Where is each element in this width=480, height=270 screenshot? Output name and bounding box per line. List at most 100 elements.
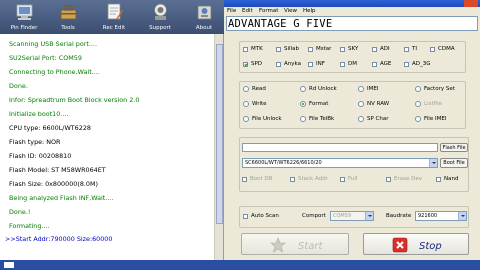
tools-button[interactable]: Tools (48, 1, 88, 34)
nand-checkbox[interactable] (436, 177, 441, 182)
stop-label: Stop (419, 241, 442, 252)
flash-file-label: Flash File (442, 145, 466, 151)
file-telbk-radio[interactable] (300, 116, 306, 122)
inf-checkbox[interactable] (308, 62, 313, 67)
ad-3g-label: AD_3G (412, 61, 431, 67)
pin-finder-button[interactable]: Pin Finder (4, 1, 44, 34)
baudrate-label: Baudrate (386, 213, 412, 219)
cpu-type-select[interactable]: SC6600L/WT/WT6226/6610/20 (242, 158, 438, 168)
file-unlock-label: File Unlock (252, 116, 282, 122)
erase-dev-checkbox[interactable] (386, 177, 391, 182)
star-icon (270, 237, 286, 253)
sillab-label: Sillab (284, 46, 299, 52)
menu-format[interactable]: Format (259, 8, 278, 14)
rec-edit-icon (107, 3, 123, 20)
log-line: CPU type: 6600L/WT6228 (9, 124, 91, 132)
menu-edit[interactable]: Edit (242, 8, 253, 14)
start-label: Start (298, 241, 323, 252)
file-imei-radio[interactable] (415, 116, 421, 122)
inf-label: INF (316, 61, 325, 67)
mstar-label: Mstar (316, 46, 332, 52)
nv-raw-label: NV RAW (367, 101, 390, 107)
menu-view[interactable]: View (284, 8, 297, 14)
log-scrollbar-thumb[interactable] (216, 44, 223, 224)
age-checkbox[interactable] (372, 62, 377, 67)
anyka-label: Anyka (284, 61, 301, 67)
support-label: Support (149, 25, 171, 31)
support-button[interactable]: Support (140, 1, 180, 34)
support-icon (154, 3, 167, 20)
write-radio[interactable] (243, 101, 249, 107)
rd-unlock-label: Rd Unlock (309, 86, 337, 92)
close-icon[interactable] (464, 0, 478, 7)
dm-checkbox[interactable] (340, 62, 345, 67)
nv-raw-radio[interactable] (358, 101, 364, 107)
cdma-checkbox[interactable] (430, 47, 435, 52)
log-line: Initialize boot10.... (9, 110, 69, 118)
ti-checkbox[interactable] (404, 47, 409, 52)
mtk-checkbox[interactable] (243, 47, 248, 52)
sp-char-radio[interactable] (358, 116, 364, 122)
tools-icon (60, 5, 77, 20)
boot-file-label: Boot File (443, 160, 465, 166)
pin-finder-icon (16, 4, 33, 20)
sp-char-label: SP Char (367, 116, 389, 122)
log-line: >>Start Addr:790000 Size:60000 (5, 235, 113, 243)
log-line: Being analyzed Flash INF,Wait.... (9, 194, 114, 202)
spd-label: SPD (251, 61, 263, 67)
platform-group: MTK Sillab Mstar SKY ADI TI CDMA SPD Any… (239, 41, 466, 73)
notepad-menu-bar: File Edit Format View Help (224, 7, 480, 16)
log-scrollbar[interactable] (214, 34, 223, 260)
listfile-radio[interactable] (415, 101, 421, 107)
stop-button[interactable]: Stop (363, 233, 469, 255)
mstar-checkbox[interactable] (308, 47, 313, 52)
notepad-text-area[interactable]: ADVANTAGE G FIVE (226, 16, 478, 31)
full-checkbox[interactable] (340, 177, 345, 182)
listfile-label: Listfile (424, 101, 442, 107)
boot-file-button[interactable]: Boot File (440, 158, 468, 168)
sky-checkbox[interactable] (340, 47, 345, 52)
sillab-checkbox[interactable] (276, 47, 281, 52)
log-line: Infor: Spreadtrum Boot Block version 2.0 (9, 96, 140, 104)
stop-icon (392, 237, 408, 253)
imei-radio[interactable] (358, 86, 364, 92)
format-radio[interactable] (300, 101, 306, 107)
baudrate-value: 921600 (418, 213, 438, 219)
log-line: Connecting to Phone,Wait.... (9, 68, 100, 76)
flash-file-button[interactable]: Flash File (440, 143, 468, 152)
mtk-label: MTK (251, 46, 263, 52)
comport-select[interactable]: COM59 (330, 211, 374, 221)
auto-scan-checkbox[interactable] (243, 214, 248, 219)
imei-label: IMEI (367, 86, 379, 92)
menu-help[interactable]: Help (303, 8, 316, 14)
config-panel: MTK Sillab Mstar SKY ADI TI CDMA SPD Any… (224, 31, 480, 260)
erase-dev-label: Erase Dev (394, 176, 422, 182)
file-unlock-radio[interactable] (243, 116, 249, 122)
start-button[interactable]: Start (241, 233, 349, 255)
rec-edit-button[interactable]: Rec Edit (94, 1, 134, 34)
log-line: Formating.... (9, 222, 50, 230)
age-label: AGE (380, 61, 392, 67)
comport-label: Comport (302, 213, 326, 219)
menu-file[interactable]: File (227, 8, 236, 14)
stack-addr-checkbox[interactable] (290, 177, 295, 182)
taskbar-button[interactable] (4, 262, 14, 268)
rd-unlock-radio[interactable] (300, 86, 306, 92)
boot-db-checkbox[interactable] (242, 177, 247, 182)
read-radio[interactable] (243, 86, 249, 92)
adi-checkbox[interactable] (372, 47, 377, 52)
notepad-title-bar (224, 0, 480, 7)
notepad-text: ADVANTAGE G FIVE (228, 18, 333, 30)
about-button[interactable]: About (184, 1, 224, 34)
taskbar (0, 260, 480, 270)
factory-set-radio[interactable] (415, 86, 421, 92)
flash-group: Flash File SC6600L/WT/WT6226/6610/20 Boo… (239, 137, 469, 192)
flash-path-input[interactable] (242, 143, 438, 152)
rec-edit-label: Rec Edit (102, 25, 126, 31)
log-line: Done. (9, 82, 28, 90)
spd-checkbox[interactable] (243, 62, 248, 67)
ad-3g-checkbox[interactable] (404, 62, 409, 67)
anyka-checkbox[interactable] (276, 62, 281, 67)
baudrate-select[interactable]: 921600 (415, 211, 467, 221)
sky-label: SKY (348, 46, 359, 52)
